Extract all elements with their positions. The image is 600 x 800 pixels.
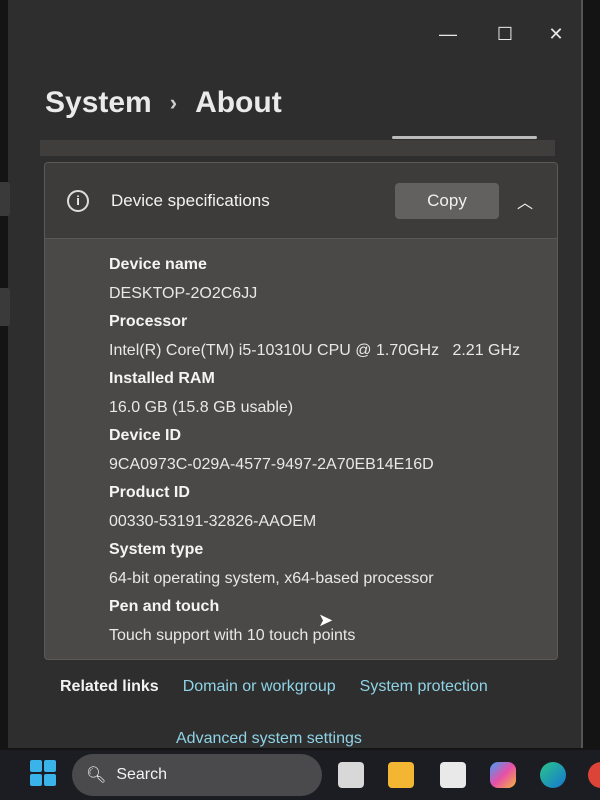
related-links-label: Related links [60, 678, 159, 695]
scroll-indicator[interactable] [392, 136, 537, 139]
microsoft-store-icon[interactable] [440, 762, 466, 788]
spec-value: 00330-53191-32826-AAOEM [109, 512, 317, 530]
card-header[interactable]: i Device specifications Copy ︿ [45, 163, 557, 239]
spec-value: 64-bit operating system, x64-based proce… [109, 569, 434, 587]
spec-label: Installed RAM [109, 370, 215, 387]
nav-item[interactable] [0, 182, 10, 216]
copilot-icon[interactable] [490, 762, 516, 788]
close-button[interactable]: ✕ [541, 24, 571, 45]
device-specifications-card: i Device specifications Copy ︿ Device na… [44, 162, 558, 660]
windows-start-icon[interactable] [30, 760, 56, 786]
chevron-right-icon: › [169, 90, 178, 115]
spec-label: Processor [109, 313, 188, 330]
related-links: Related links Domain or workgroup System… [60, 678, 488, 696]
taskbar-search[interactable]: 🔍︎ Search [72, 754, 322, 796]
spec-label: Device ID [109, 427, 182, 444]
nav-item[interactable] [0, 288, 10, 326]
task-view-icon[interactable] [338, 762, 364, 788]
previous-card [40, 140, 555, 156]
search-icon: 🔍︎ [86, 767, 107, 784]
spec-value: DESKTOP-2O2C6JJ [109, 284, 258, 302]
breadcrumb-system[interactable]: System [45, 86, 152, 120]
maximize-button[interactable]: ☐ [490, 24, 520, 45]
edge-icon[interactable] [540, 762, 566, 788]
card-title: Device specifications [111, 190, 270, 210]
link-system-protection[interactable]: System protection [360, 678, 488, 696]
spec-list: Device name DESKTOP-2O2C6JJ Processor Intel… [45, 239, 557, 650]
link-domain-workgroup[interactable]: Domain or workgroup [183, 678, 336, 696]
spec-value: 16.0 GB (15.8 GB usable) [109, 398, 294, 416]
chevron-up-icon[interactable]: ︿ [515, 189, 535, 213]
spec-label: Product ID [109, 484, 190, 501]
mouse-cursor-icon: ➤ [318, 610, 334, 630]
spec-label: Device name [109, 256, 207, 273]
minimize-button[interactable]: — [433, 24, 463, 45]
search-label: Search [116, 766, 168, 783]
spec-value: 9CA0973C-029A-4577-9497-2A70EB14E16D [109, 455, 434, 473]
spec-value: Intel(R) Core(TM) i5-10310U CPU @ 1.70GH… [109, 341, 521, 359]
page-title: About [195, 86, 282, 119]
breadcrumb: System › About [45, 86, 282, 120]
link-advanced-system-settings[interactable]: Advanced system settings [176, 730, 362, 748]
file-explorer-icon[interactable] [388, 762, 414, 788]
copy-button[interactable]: Copy [395, 182, 499, 219]
spec-label: System type [109, 541, 204, 558]
info-icon: i [67, 189, 89, 212]
